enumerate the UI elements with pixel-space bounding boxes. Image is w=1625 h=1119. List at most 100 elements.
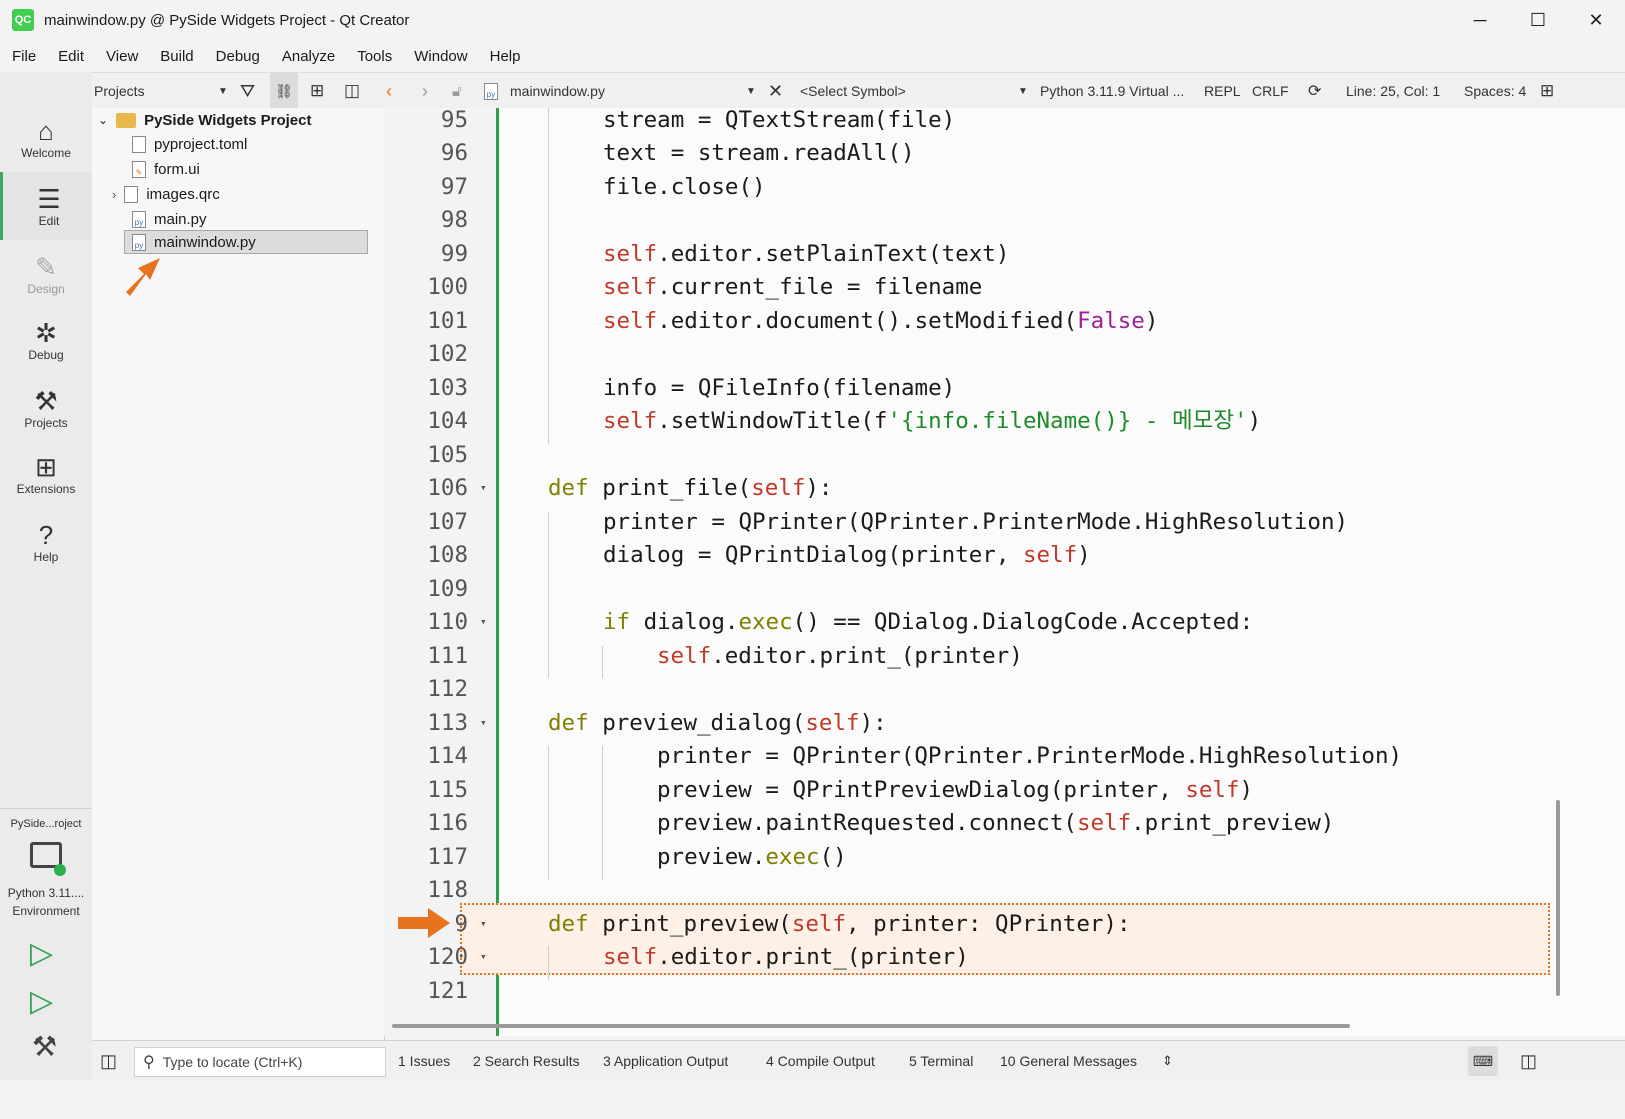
line-number: 101	[427, 308, 468, 334]
lock-icon: 🔓︎	[452, 82, 462, 100]
code-line: 103 info = QFileInfo(filename)	[384, 371, 1625, 405]
code-text: ):	[859, 710, 887, 736]
vertical-scrollbar[interactable]	[1556, 800, 1560, 996]
search-icon: ⚲	[143, 1054, 155, 1071]
indent-spaces[interactable]: Spaces: 4	[1464, 73, 1526, 109]
link-icon[interactable]: ⛓	[270, 73, 298, 109]
fold-arrow-icon[interactable]: ▾	[480, 706, 487, 740]
def-token: def	[548, 911, 589, 937]
code-line: 107 printer = QPrinter(QPrinter.PrinterMo…	[384, 505, 1625, 539]
more-panes-icon[interactable]: ⇕	[1162, 1041, 1173, 1081]
pane-compile-output[interactable]: 4 Compile Output	[766, 1041, 875, 1081]
line-number: 115	[427, 777, 468, 803]
self-token: self	[1185, 777, 1240, 803]
editor-toolbar: Projects ▼ ⛛ ⛓ ⊞ ◫ ‹ › 🔓︎ py mainwindow.p…	[92, 72, 1625, 110]
chevron-down-icon: ▼	[746, 85, 756, 97]
code-text: .print_preview)	[1131, 810, 1335, 836]
fold-arrow-icon[interactable]: ▾	[480, 907, 487, 941]
menu-analyze[interactable]: Analyze	[270, 48, 345, 65]
tree-file-images-qrc[interactable]: › images.qrc	[112, 182, 220, 206]
pane-terminal[interactable]: 5 Terminal	[909, 1041, 973, 1081]
filter-icon[interactable]: ⛛	[240, 73, 255, 109]
line-ending-selector[interactable]: CRLF	[1252, 73, 1289, 109]
tree-file-main-py[interactable]: py main.py	[132, 207, 207, 231]
code-text: print_file(	[602, 475, 752, 501]
line-number: 117	[427, 844, 468, 870]
mode-design[interactable]: ✎ Design	[0, 240, 92, 308]
build-hammer-icon[interactable]: ⚒	[32, 1030, 57, 1063]
horizontal-scrollbar[interactable]	[392, 1024, 1350, 1028]
pane-general-messages[interactable]: 10 General Messages	[1000, 1041, 1137, 1081]
tree-project-row[interactable]: ⌄ PySide Widgets Project	[98, 108, 311, 132]
line-number: 110	[427, 609, 468, 635]
run-icon[interactable]: ▷	[30, 936, 53, 971]
pane-issues[interactable]: 1 Issues	[398, 1041, 450, 1081]
menu-build[interactable]: Build	[148, 48, 203, 65]
python-env-selector[interactable]: Python 3.11.9 Virtual ...	[1040, 73, 1184, 109]
debug-run-icon[interactable]: ▷	[30, 984, 53, 1019]
code-line: 95 stream = QTextStream(file)	[384, 108, 1625, 137]
cursor-position[interactable]: Line: 25, Col: 1	[1346, 73, 1440, 109]
code-editor[interactable]: 95 stream = QTextStream(file) 96 text = st…	[384, 108, 1625, 1036]
code-text: stream = QTextStream(file)	[603, 108, 956, 133]
mode-label: Extensions	[16, 482, 76, 496]
self-token: self	[603, 308, 658, 334]
line-number: 106	[427, 475, 468, 501]
debug-icon: ✲	[35, 318, 57, 348]
mode-label: Debug	[28, 348, 64, 362]
menu-window[interactable]: Window	[402, 48, 477, 65]
toggle-sidebar-icon[interactable]: ◫	[100, 1041, 117, 1081]
string-token: '{info.fileName()} - 메모장'	[887, 408, 1248, 434]
mode-extensions[interactable]: ⊞ Extensions	[0, 440, 92, 508]
close-document-icon[interactable]: ✕	[768, 73, 783, 109]
exec-token: exec	[765, 844, 820, 870]
close-sidebar-icon[interactable]: ◫	[344, 73, 360, 109]
menu-tools[interactable]: Tools	[345, 48, 402, 65]
fold-arrow-icon[interactable]: ▾	[480, 471, 487, 505]
design-icon: ✎	[35, 252, 57, 282]
menu-file[interactable]: File	[0, 48, 46, 65]
code-text: )	[1144, 308, 1159, 334]
fold-arrow-icon[interactable]: ▾	[480, 605, 487, 639]
split-add-icon[interactable]: ⊞	[310, 73, 324, 109]
code-line: 99 self.editor.setPlainText(text)	[384, 237, 1625, 271]
mode-projects[interactable]: ⚒ Projects	[0, 374, 92, 442]
mode-help[interactable]: ? Help	[0, 508, 92, 576]
pane-search-results[interactable]: 2 Search Results	[473, 1041, 580, 1081]
toggle-right-sidebar-icon[interactable]: ◫	[1520, 1041, 1537, 1081]
code-line: 109	[384, 572, 1625, 606]
file-sync-icon[interactable]: ⟳	[1308, 73, 1321, 109]
maximize-button[interactable]: ☐	[1509, 0, 1567, 40]
menu-bar: File Edit View Build Debug Analyze Tools…	[0, 40, 1625, 72]
mode-bar: ⌂ Welcome ☰ Edit ✎ Design ✲ Debug ⚒ Proj…	[0, 72, 95, 1119]
symbol-combo[interactable]: <Select Symbol> ▼	[800, 73, 1030, 109]
close-button[interactable]: ✕	[1567, 0, 1625, 40]
minimize-button[interactable]: ─	[1451, 0, 1509, 40]
line-number: 105	[427, 442, 468, 468]
tree-file-mainwindow-py[interactable]: py mainwindow.py	[124, 230, 368, 254]
file-combo[interactable]: py mainwindow.py ▼	[484, 73, 756, 109]
menu-help[interactable]: Help	[478, 48, 531, 65]
projects-combo[interactable]: Projects ▼	[94, 73, 232, 109]
back-arrow-icon[interactable]: ‹	[386, 73, 392, 109]
output-toggle-icon[interactable]: ⌨	[1468, 1046, 1498, 1076]
split-editor-icon[interactable]: ⊞	[1540, 73, 1554, 109]
tree-file-form-ui[interactable]: ✎ form.ui	[132, 157, 200, 181]
code-line: 113 ▾ def preview_dialog(self):	[384, 706, 1625, 740]
mode-edit[interactable]: ☰ Edit	[0, 172, 95, 240]
menu-edit[interactable]: Edit	[46, 48, 94, 65]
forward-arrow-icon[interactable]: ›	[422, 73, 428, 109]
menu-debug[interactable]: Debug	[204, 48, 270, 65]
self-token: self	[603, 274, 658, 300]
line-number: 114	[427, 743, 468, 769]
fold-arrow-icon[interactable]: ▾	[480, 940, 487, 974]
locator-input[interactable]: ⚲ Type to locate (Ctrl+K)	[134, 1047, 386, 1077]
chevron-right-icon: ›	[112, 186, 117, 202]
mode-welcome[interactable]: ⌂ Welcome	[0, 104, 92, 172]
pane-application-output[interactable]: 3 Application Output	[603, 1041, 728, 1081]
mode-debug[interactable]: ✲ Debug	[0, 306, 92, 374]
tree-file-pyproject[interactable]: pyproject.toml	[132, 132, 247, 156]
repl-button[interactable]: REPL	[1204, 73, 1241, 109]
menu-view[interactable]: View	[94, 48, 148, 65]
window-bottom	[0, 1080, 1625, 1119]
